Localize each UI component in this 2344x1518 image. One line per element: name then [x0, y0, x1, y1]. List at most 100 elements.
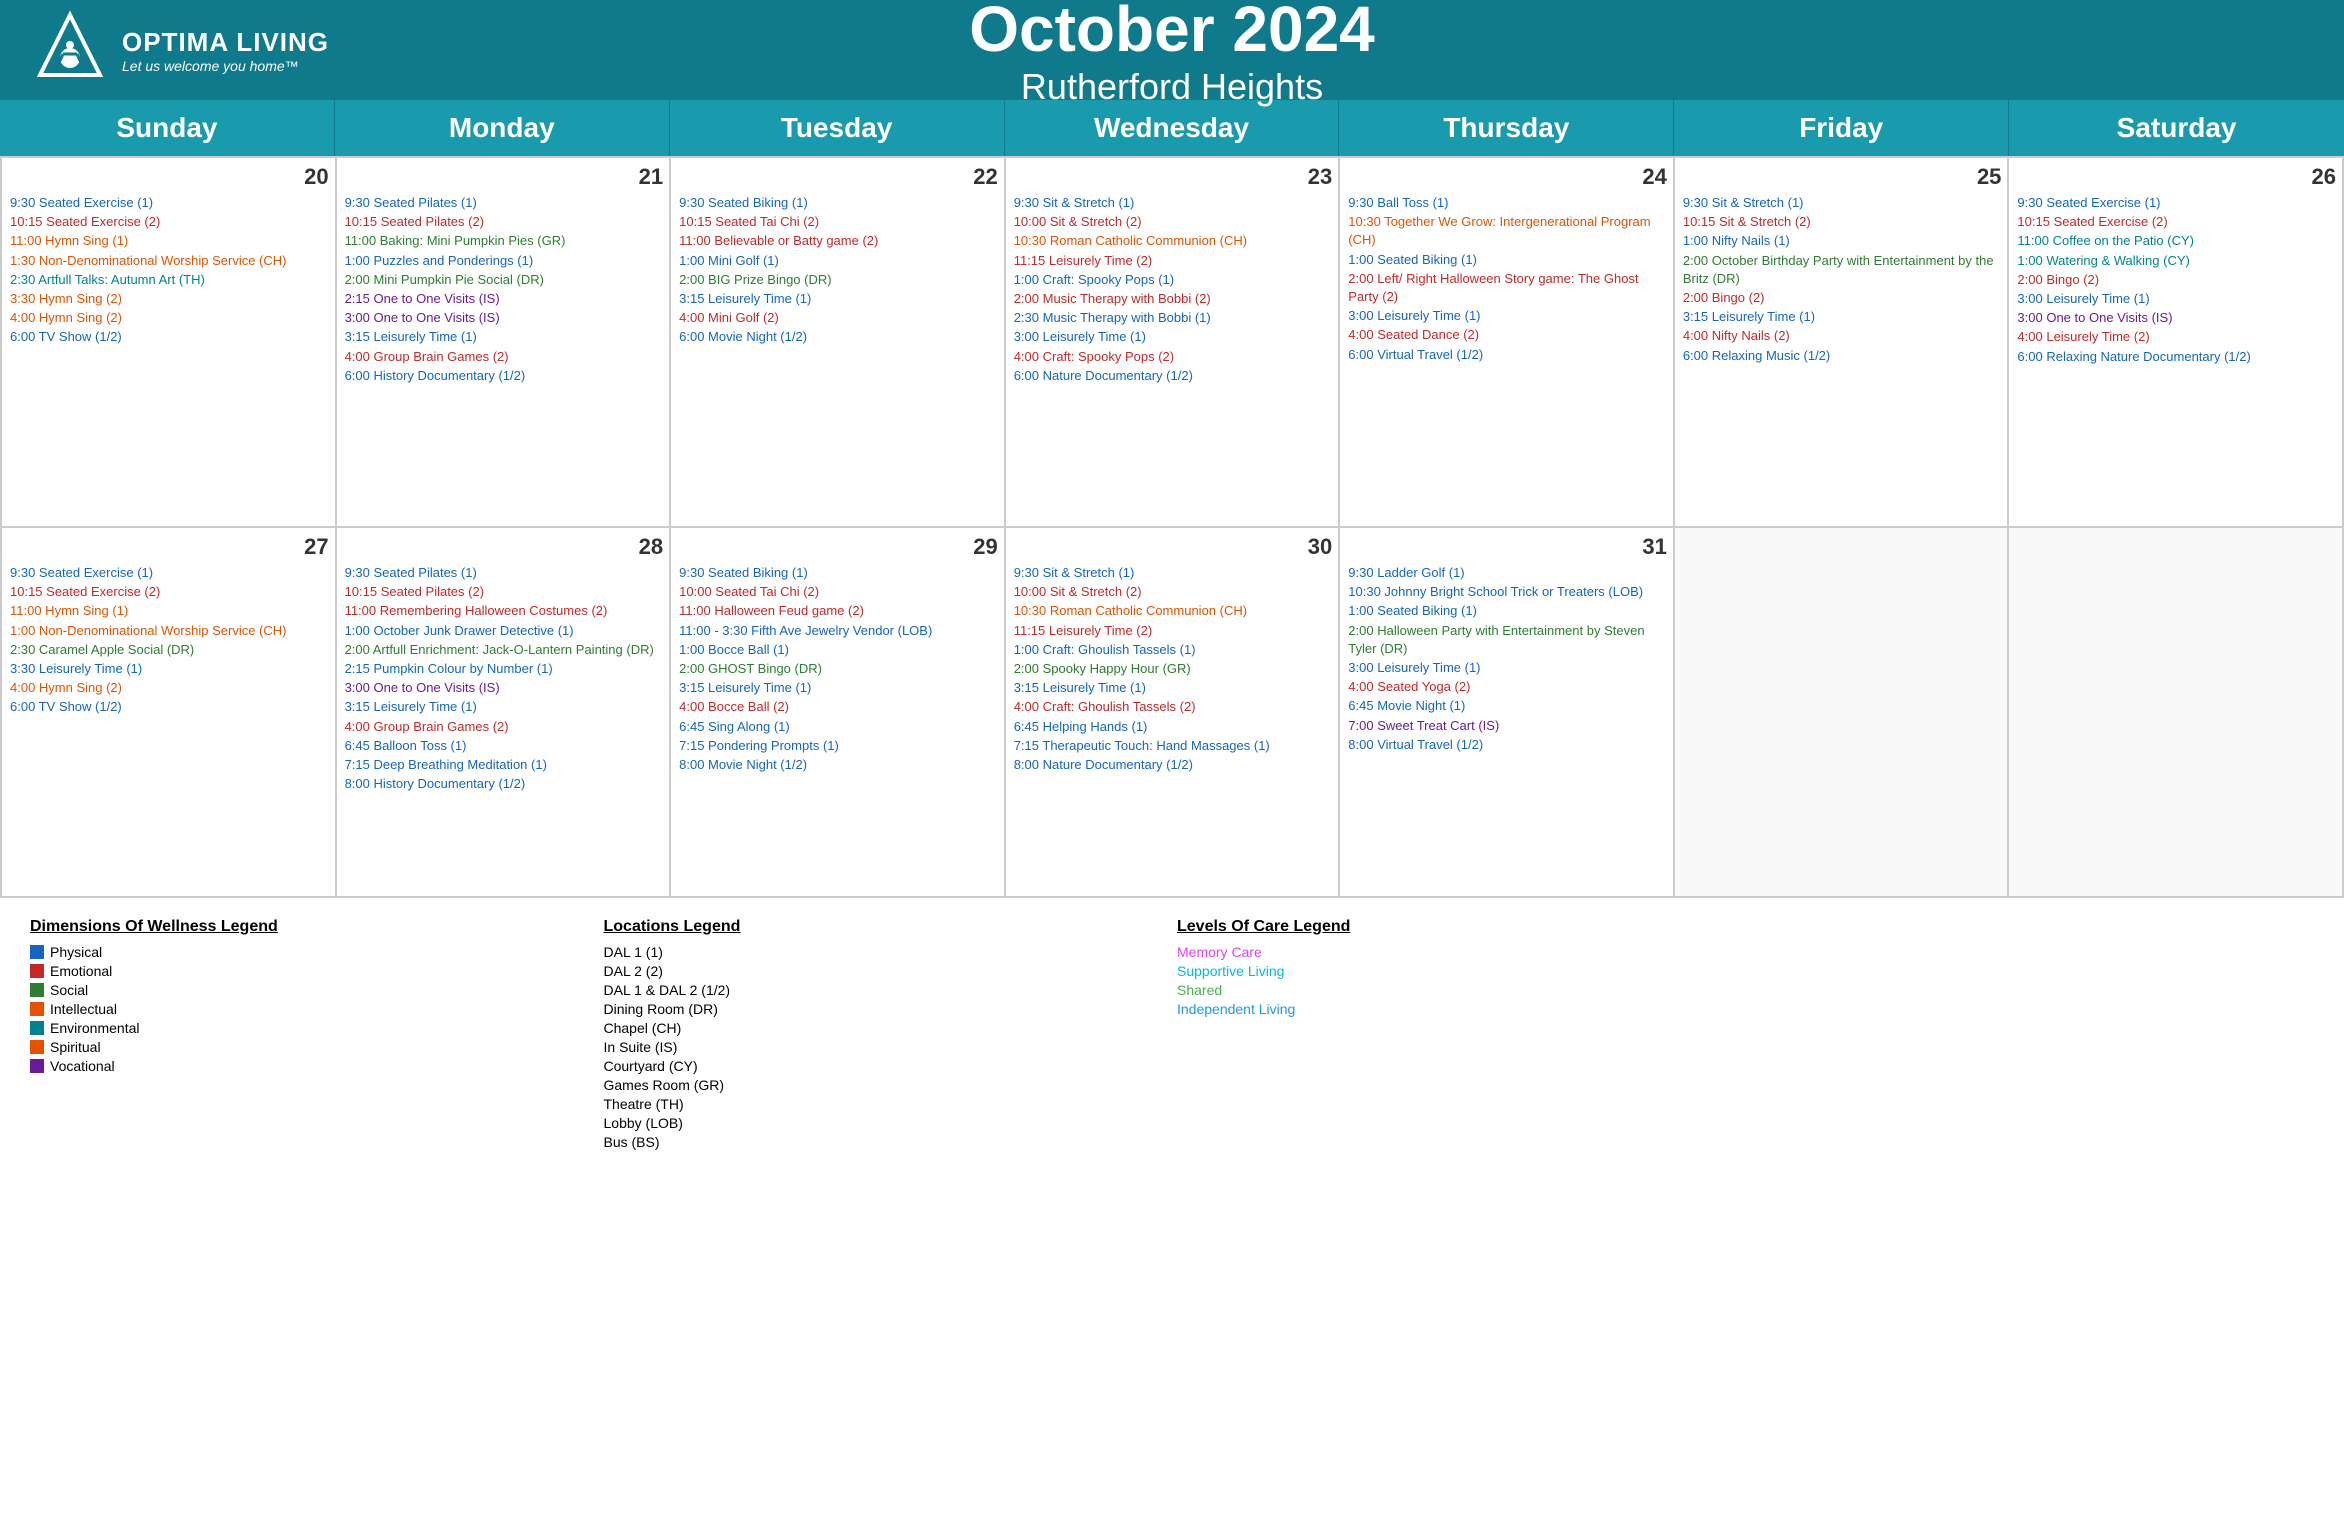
legend-color-swatch [30, 1059, 44, 1073]
calendar-event: 4:00 Group Brain Games (2) [345, 348, 664, 366]
calendar-event: 1:00 Bocce Ball (1) [679, 641, 998, 659]
calendar-event: 1:30 Non-Denominational Worship Service … [10, 252, 329, 270]
calendar-event: 8:00 Movie Night (1/2) [679, 756, 998, 774]
calendar-cell: 269:30 Seated Exercise (1)10:15 Seated E… [2009, 158, 2344, 528]
calendar-event: 1:00 Puzzles and Ponderings (1) [345, 252, 664, 270]
calendar-event: 9:30 Seated Exercise (1) [2017, 194, 2336, 212]
legend-color-swatch [30, 983, 44, 997]
calendar-event: 6:45 Movie Night (1) [1348, 697, 1667, 715]
calendar-event: 11:15 Leisurely Time (2) [1014, 252, 1333, 270]
calendar-event: 2:00 Halloween Party with Entertainment … [1348, 622, 1667, 658]
calendar-event: 1:00 October Junk Drawer Detective (1) [345, 622, 664, 640]
calendar-event: 9:30 Seated Pilates (1) [345, 194, 664, 212]
wellness-legend-item: Emotional [30, 963, 594, 979]
calendar-event: 4:00 Craft: Spooky Pops (2) [1014, 348, 1333, 366]
location-legend-item: Chapel (CH) [604, 1020, 1168, 1036]
calendar-event: 3:00 One to One Visits (IS) [345, 309, 664, 327]
calendar-cell [1675, 528, 2010, 898]
calendar-event: 11:00 Hymn Sing (1) [10, 232, 329, 250]
calendar-event: 4:00 Seated Dance (2) [1348, 326, 1667, 344]
calendar-event: 4:00 Mini Golf (2) [679, 309, 998, 327]
calendar-cell: 30 9:30 Sit & Stretch (1)10:00 Sit & Stre… [1006, 528, 1341, 898]
optima-living-logo-icon [30, 10, 110, 90]
calendar-event: 11:00 Coffee on the Patio (CY) [2017, 232, 2336, 250]
location-legend-item: Theatre (TH) [604, 1096, 1168, 1112]
legend-area: Dimensions Of Wellness Legend PhysicalEm… [0, 898, 2344, 1173]
wellness-legend-item: Vocational [30, 1058, 594, 1074]
calendar-event: 8:00 Virtual Travel (1/2) [1348, 736, 1667, 754]
calendar-event: 10:15 Seated Pilates (2) [345, 583, 664, 601]
calendar-event: 6:45 Helping Hands (1) [1014, 718, 1333, 736]
care-legend: Levels Of Care Legend Memory CareSupport… [1177, 918, 1741, 1153]
calendar-event: 10:30 Together We Grow: Intergenerationa… [1348, 213, 1667, 249]
legend-item-label: Emotional [50, 963, 112, 979]
date-number: 25 [1683, 164, 2002, 190]
calendar-cell: 279:30 Seated Exercise (1)10:15 Seated E… [2, 528, 337, 898]
calendar-event: 3:15 Leisurely Time (1) [679, 679, 998, 697]
day-headers-row: Sunday Monday Tuesday Wednesday Thursday… [0, 100, 2344, 156]
calendar-cell: 289:30 Seated Pilates (1)10:15 Seated Pi… [337, 528, 672, 898]
calendar-event: 1:00 Watering & Walking (CY) [2017, 252, 2336, 270]
calendar-event: 10:30 Johnny Bright School Trick or Trea… [1348, 583, 1667, 601]
calendar-event: 2:30 Music Therapy with Bobbi (1) [1014, 309, 1333, 327]
date-number: 20 [10, 164, 329, 190]
calendar-event: 6:00 History Documentary (1/2) [345, 367, 664, 385]
locations-legend: Locations Legend DAL 1 (1)DAL 2 (2)DAL 1… [604, 918, 1168, 1153]
location-legend-item: Lobby (LOB) [604, 1115, 1168, 1131]
calendar-cell [2009, 528, 2344, 898]
legend-item-label: Physical [50, 944, 102, 960]
legend-color-swatch [30, 945, 44, 959]
location-title: Rutherford Heights [969, 66, 1375, 108]
calendar-event: 1:00 Craft: Ghoulish Tassels (1) [1014, 641, 1333, 659]
header-center: October 2024 Rutherford Heights [969, 0, 1375, 108]
calendar-event: 2:00 Artfull Enrichment: Jack-O-Lantern … [345, 641, 664, 659]
date-number: 23 [1014, 164, 1333, 190]
calendar-event: 6:00 TV Show (1/2) [10, 698, 329, 716]
calendar-event: 3:15 Leisurely Time (1) [345, 698, 664, 716]
wellness-legend: Dimensions Of Wellness Legend PhysicalEm… [30, 918, 594, 1153]
calendar-event: 9:30 Ladder Golf (1) [1348, 564, 1667, 582]
calendar-event: 11:15 Leisurely Time (2) [1014, 622, 1333, 640]
calendar-event: 4:00 Hymn Sing (2) [10, 679, 329, 697]
calendar-event: 9:30 Sit & Stretch (1) [1014, 564, 1333, 582]
calendar-event: 4:00 Seated Yoga (2) [1348, 678, 1667, 696]
calendar-event: 4:00 Bocce Ball (2) [679, 698, 998, 716]
day-header-tuesday: Tuesday [670, 100, 1005, 156]
calendar-event: 2:15 Pumpkin Colour by Number (1) [345, 660, 664, 678]
calendar-event: 3:00 Leisurely Time (1) [1348, 659, 1667, 677]
location-legend-item: In Suite (IS) [604, 1039, 1168, 1055]
wellness-legend-item: Physical [30, 944, 594, 960]
calendar-event: 3:00 Leisurely Time (1) [2017, 290, 2336, 308]
legend-color-swatch [30, 964, 44, 978]
day-header-sunday: Sunday [0, 100, 335, 156]
date-number: 30 [1014, 534, 1333, 560]
brand-name: OPTIMA LIVING [122, 27, 329, 58]
calendar-event: 9:30 Sit & Stretch (1) [1683, 194, 2002, 212]
brand-tagline: Let us welcome you home™ [122, 58, 329, 74]
date-number: 31 [1348, 534, 1667, 560]
calendar-event: 10:00 Sit & Stretch (2) [1014, 583, 1333, 601]
calendar-event: 7:15 Deep Breathing Meditation (1) [345, 756, 664, 774]
calendar-event: 10:15 Seated Exercise (2) [2017, 213, 2336, 231]
location-legend-item: Bus (BS) [604, 1134, 1168, 1150]
calendar-event: 3:00 Leisurely Time (1) [1014, 328, 1333, 346]
legend-item-label: Spiritual [50, 1039, 101, 1055]
calendar-event: 1:00 Seated Biking (1) [1348, 251, 1667, 269]
calendar-event: 2:00 Bingo (2) [1683, 289, 2002, 307]
calendar-cell: 219:30 Seated Pilates (1)10:15 Seated Pi… [337, 158, 672, 528]
legend-item-label: Intellectual [50, 1001, 117, 1017]
calendar-event: 10:15 Seated Pilates (2) [345, 213, 664, 231]
calendar-event: 2:00 Spooky Happy Hour (GR) [1014, 660, 1333, 678]
calendar-event: 7:15 Therapeutic Touch: Hand Massages (1… [1014, 737, 1333, 755]
calendar-event: 6:00 Relaxing Music (1/2) [1683, 347, 2002, 365]
care-legend-item: Supportive Living [1177, 963, 1741, 979]
calendar-cell: 209:30 Seated Exercise (1)10:15 Seated E… [2, 158, 337, 528]
calendar-event: 1:00 Mini Golf (1) [679, 252, 998, 270]
logo-text: OPTIMA LIVING Let us welcome you home™ [122, 27, 329, 74]
calendar-event: 4:00 Nifty Nails (2) [1683, 327, 2002, 345]
calendar-event: 2:15 One to One Visits (IS) [345, 290, 664, 308]
calendar-event: 11:00 Baking: Mini Pumpkin Pies (GR) [345, 232, 664, 250]
calendar-event: 2:00 GHOST Bingo (DR) [679, 660, 998, 678]
calendar-grid: 20 9:30 Seated Exercise (1)10:15 Seated E… [0, 156, 2344, 898]
wellness-legend-item: Intellectual [30, 1001, 594, 1017]
